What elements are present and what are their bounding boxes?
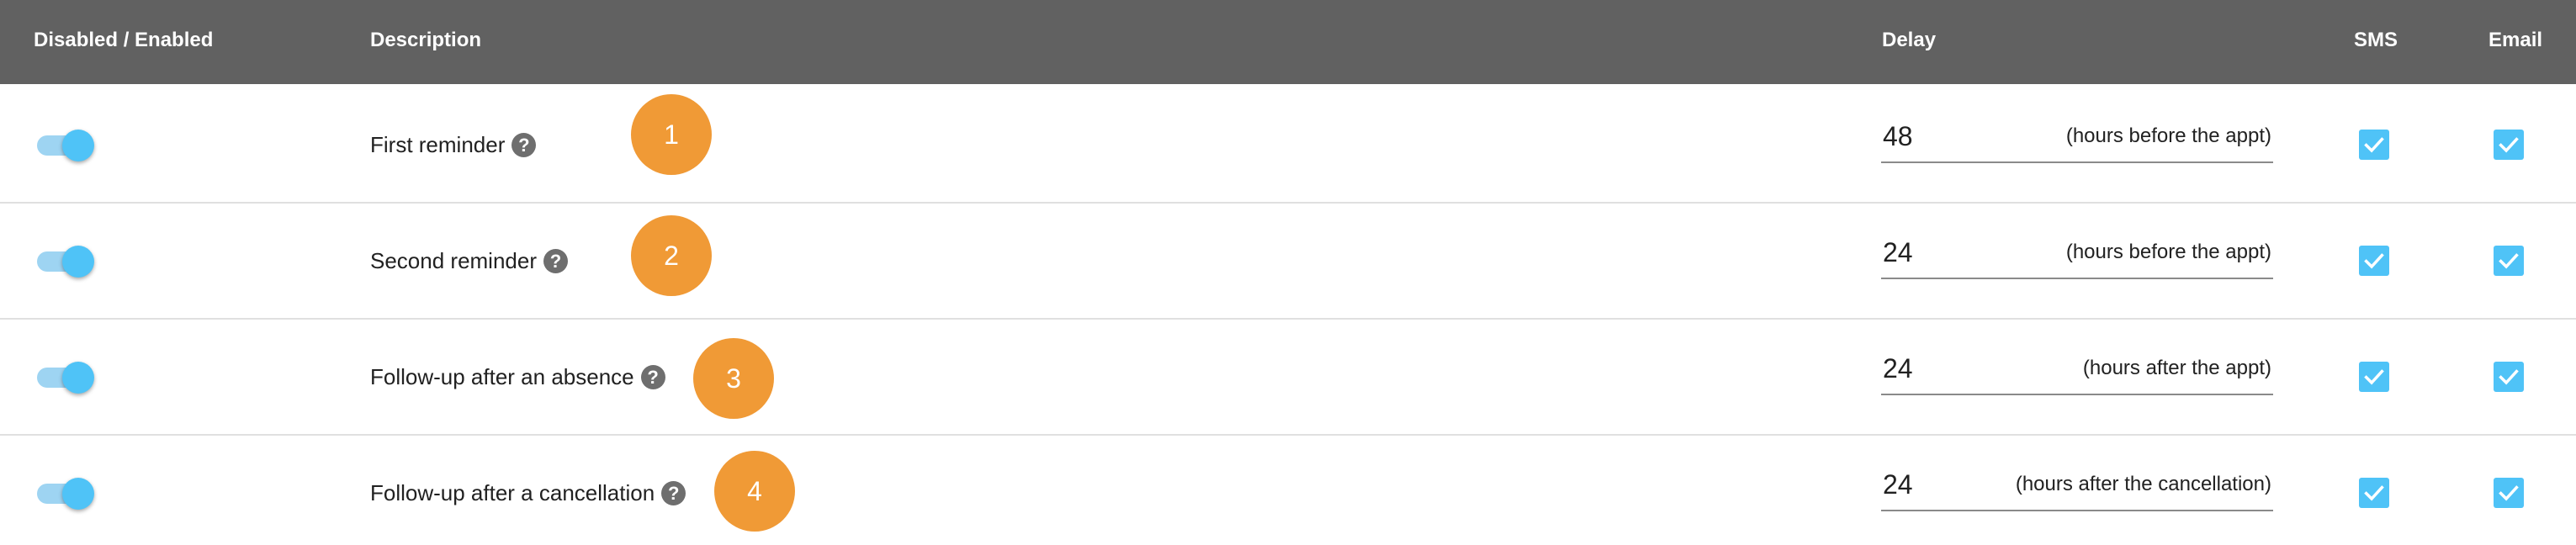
check-icon bbox=[2499, 369, 2519, 385]
header-description-col: Description bbox=[370, 29, 482, 51]
email-checkbox[interactable] bbox=[2494, 246, 2524, 276]
toggle-thumb bbox=[62, 478, 94, 510]
help-icon[interactable]: ? bbox=[543, 248, 568, 273]
row-description: Second reminder? bbox=[370, 246, 568, 275]
row-description: First reminder? bbox=[370, 130, 537, 159]
enable-toggle[interactable] bbox=[37, 478, 94, 510]
table-row: Follow-up after an absence? 3 24 (hours … bbox=[0, 320, 2576, 436]
reminders-table: Disabled / Enabled Description Delay SMS… bbox=[0, 0, 2576, 545]
delay-value: 24 bbox=[1883, 353, 1913, 384]
delay-value: 24 bbox=[1883, 469, 1913, 500]
help-icon[interactable]: ? bbox=[640, 364, 665, 389]
enable-toggle[interactable] bbox=[37, 246, 94, 278]
sms-checkbox[interactable] bbox=[2359, 362, 2389, 392]
delay-unit: (hours after the appt) bbox=[2082, 357, 2271, 379]
email-checkbox[interactable] bbox=[2494, 362, 2524, 392]
delay-field[interactable]: 24 (hours before the appt) bbox=[1881, 229, 2273, 279]
header-email-col: Email bbox=[2489, 29, 2543, 51]
row-label: Follow-up after an absence bbox=[370, 364, 634, 389]
step-badge: 4 bbox=[714, 451, 795, 532]
delay-unit: (hours before the appt) bbox=[2065, 241, 2271, 263]
sms-checkbox[interactable] bbox=[2359, 478, 2389, 508]
enable-toggle[interactable] bbox=[37, 130, 94, 161]
delay-unit: (hours before the appt) bbox=[2065, 124, 2271, 147]
toggle-thumb bbox=[62, 362, 94, 394]
toggle-thumb bbox=[62, 130, 94, 161]
row-label: Second reminder bbox=[370, 248, 537, 273]
delay-field[interactable]: 48 (hours before the appt) bbox=[1881, 113, 2273, 163]
row-label: First reminder bbox=[370, 132, 506, 157]
delay-value: 24 bbox=[1883, 237, 1913, 267]
sms-checkbox[interactable] bbox=[2359, 246, 2389, 276]
sms-checkbox[interactable] bbox=[2359, 130, 2389, 160]
header-toggle-col: Disabled / Enabled bbox=[34, 29, 214, 51]
table-row: First reminder? 1 48 (hours before the a… bbox=[0, 87, 2576, 204]
check-icon bbox=[2364, 485, 2384, 501]
check-icon bbox=[2364, 253, 2384, 269]
help-icon[interactable]: ? bbox=[661, 480, 686, 505]
check-icon bbox=[2364, 137, 2384, 153]
check-icon bbox=[2499, 485, 2519, 501]
table-header: Disabled / Enabled Description Delay SMS… bbox=[0, 0, 2576, 84]
row-label: Follow-up after a cancellation bbox=[370, 480, 655, 505]
delay-unit: (hours after the cancellation) bbox=[2015, 473, 2271, 495]
delay-field[interactable]: 24 (hours after the cancellation) bbox=[1881, 461, 2273, 511]
toggle-thumb bbox=[62, 246, 94, 278]
check-icon bbox=[2364, 369, 2384, 385]
help-icon[interactable]: ? bbox=[511, 132, 537, 157]
delay-field[interactable]: 24 (hours after the appt) bbox=[1881, 345, 2273, 395]
table-row: Second reminder? 2 24 (hours before the … bbox=[0, 204, 2576, 320]
step-badge: 2 bbox=[631, 215, 712, 296]
step-badge: 3 bbox=[693, 338, 774, 419]
email-checkbox[interactable] bbox=[2494, 130, 2524, 160]
header-sms-col: SMS bbox=[2354, 29, 2398, 51]
row-description: Follow-up after a cancellation? bbox=[370, 479, 686, 507]
header-delay-col: Delay bbox=[1882, 29, 1937, 51]
check-icon bbox=[2499, 253, 2519, 269]
enable-toggle[interactable] bbox=[37, 362, 94, 394]
check-icon bbox=[2499, 137, 2519, 153]
row-description: Follow-up after an absence? bbox=[370, 362, 665, 391]
step-badge: 1 bbox=[631, 94, 712, 175]
table-row: Follow-up after a cancellation? 4 24 (ho… bbox=[0, 436, 2576, 545]
email-checkbox[interactable] bbox=[2494, 478, 2524, 508]
delay-value: 48 bbox=[1883, 121, 1913, 151]
